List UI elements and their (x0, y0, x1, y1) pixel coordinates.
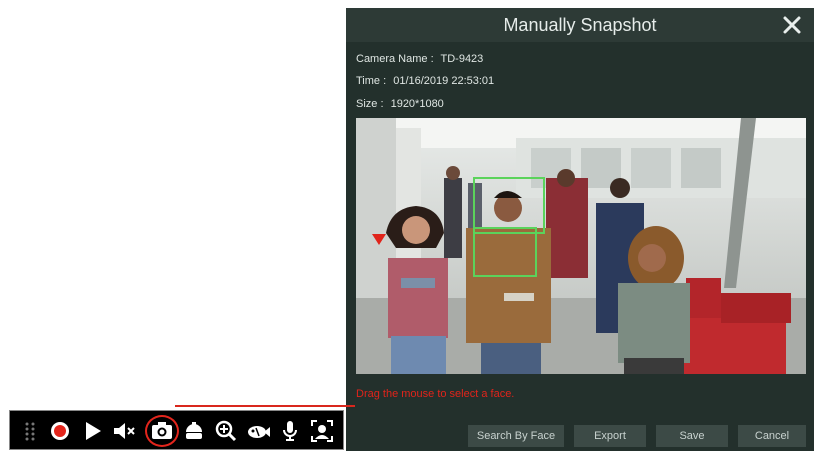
face-detect-icon (311, 420, 333, 442)
drag-handle[interactable] (18, 419, 42, 443)
time-label: Time : (356, 75, 387, 87)
mute-button[interactable] (112, 419, 136, 443)
ptz-button[interactable] (182, 419, 206, 443)
close-button[interactable] (780, 13, 804, 37)
save-button[interactable]: Save (656, 425, 728, 447)
size-label: Size : (356, 98, 384, 110)
microphone-button[interactable] (278, 419, 302, 443)
snapshot-image[interactable] (356, 118, 806, 374)
close-icon (783, 16, 801, 34)
microphone-icon (283, 421, 297, 441)
fisheye-button[interactable] (246, 419, 270, 443)
callout-line (175, 405, 355, 407)
dialog-header: Manually Snapshot (346, 8, 814, 42)
export-button[interactable]: Export (574, 425, 646, 447)
drag-handle-icon (25, 422, 35, 441)
snapshot-highlight-ring (145, 415, 179, 447)
camera-name-line: Camera Name : TD-9423 (356, 53, 483, 65)
time-value: 01/16/2019 22:53:01 (393, 75, 495, 87)
record-button[interactable] (48, 419, 72, 443)
record-icon (51, 422, 69, 440)
face-detect-button[interactable] (310, 419, 334, 443)
size-line: Size : 1920*1080 (356, 98, 444, 110)
dialog-button-row: Search By Face Export Save Cancel (346, 418, 814, 451)
zoom-in-icon (215, 420, 237, 442)
size-value: 1920*1080 (390, 98, 444, 110)
search-by-face-button[interactable]: Search By Face (468, 425, 564, 447)
ptz-icon (186, 422, 202, 439)
play-icon (86, 422, 101, 440)
live-view-toolbar (9, 410, 344, 450)
camera-name-value: TD-9423 (440, 53, 484, 65)
camera-name-label: Camera Name : (356, 53, 434, 65)
face-select-hint: Drag the mouse to select a face. (356, 388, 515, 400)
zoom-in-button[interactable] (214, 419, 238, 443)
mute-icon (114, 423, 135, 439)
cancel-button[interactable]: Cancel (738, 425, 806, 447)
snapshot-scene (356, 118, 806, 374)
fisheye-icon (248, 426, 270, 438)
dialog-title: Manually Snapshot (503, 15, 657, 35)
play-button[interactable] (80, 419, 104, 443)
time-line: Time : 01/16/2019 22:53:01 (356, 75, 494, 87)
snapshot-dialog: Manually Snapshot Camera Name : TD-9423 … (346, 8, 814, 451)
